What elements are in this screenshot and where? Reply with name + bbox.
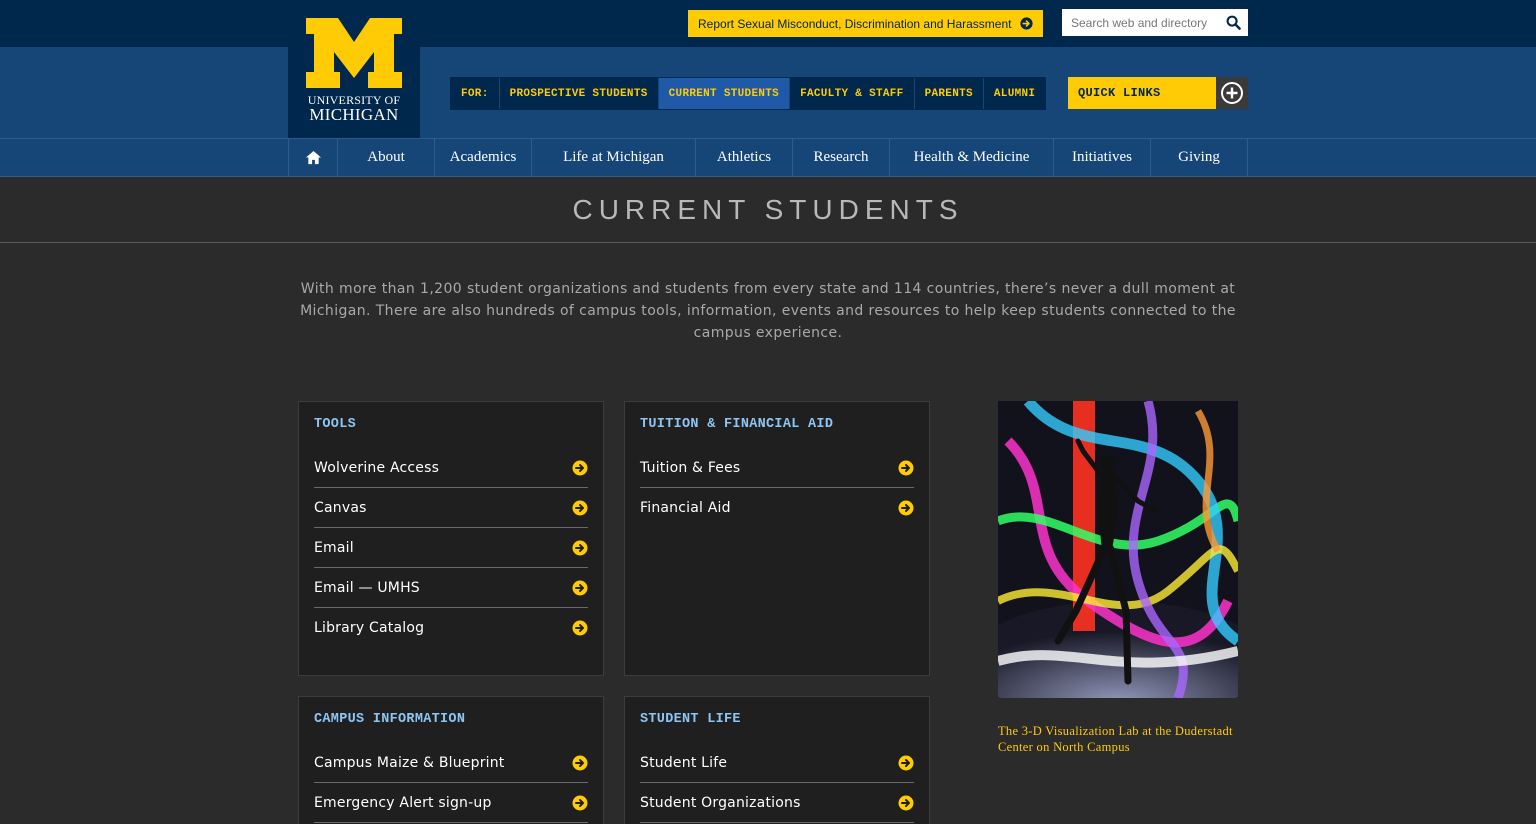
arrow-circle-right-icon xyxy=(572,540,588,555)
card-title: STUDENT LIFE xyxy=(640,712,741,727)
page-title-bar: CURRENT STUDENTS xyxy=(0,177,1536,243)
arrow-circle-right-icon xyxy=(572,795,588,810)
link-financial-aid[interactable]: Financial Aid xyxy=(640,488,914,528)
nav-item-life-at-michigan[interactable]: Life at Michigan xyxy=(532,138,696,176)
nav-item-research[interactable]: Research xyxy=(793,138,890,176)
nav-item-about[interactable]: About xyxy=(338,138,435,176)
arrow-circle-right-icon xyxy=(1020,17,1033,30)
audience-for-label: FOR: xyxy=(461,87,489,100)
link-label: Wolverine Access xyxy=(314,459,440,476)
main-nav: About Academics Life at Michigan Athleti… xyxy=(288,138,1248,177)
report-misconduct-button[interactable]: Report Sexual Misconduct, Discrimination… xyxy=(688,10,1043,37)
link-email-umhs[interactable]: Email — UMHS xyxy=(314,568,588,608)
report-label: Report Sexual Misconduct, Discrimination… xyxy=(698,16,1012,31)
tab-faculty-staff[interactable]: FACULTY & STAFF xyxy=(789,78,914,109)
arrow-circle-right-icon xyxy=(898,460,914,475)
audience-tabs: FOR: PROSPECTIVE STUDENTS CURRENT STUDEN… xyxy=(450,77,1047,110)
arrow-circle-right-icon xyxy=(898,500,914,516)
card-campus-information: CAMPUS INFORMATION Campus Maize & Bluepr… xyxy=(298,696,604,824)
card-tools: TOOLS Wolverine Access Canvas Email Emai… xyxy=(298,401,604,676)
link-student-organizations[interactable]: Student Organizations xyxy=(640,783,914,823)
link-label: Student Life xyxy=(640,754,728,771)
link-label: Student Organizations xyxy=(640,794,801,811)
link-label: Campus Maize & Blueprint xyxy=(314,754,505,771)
university-logo[interactable]: UNIVERSITY OF MICHIGAN xyxy=(288,0,420,138)
search-box xyxy=(1062,9,1248,36)
logo-line-2: MICHIGAN xyxy=(309,105,399,124)
card-title: TOOLS xyxy=(314,417,357,432)
link-email[interactable]: Email xyxy=(314,528,588,568)
nav-item-giving[interactable]: Giving xyxy=(1151,138,1248,176)
tab-prospective-students[interactable]: PROSPECTIVE STUDENTS xyxy=(498,78,658,109)
search-input[interactable] xyxy=(1062,10,1222,35)
link-emergency-alert[interactable]: Emergency Alert sign-up xyxy=(314,783,588,823)
arrow-circle-right-icon xyxy=(898,795,914,810)
tab-alumni[interactable]: ALUMNI xyxy=(982,78,1045,109)
arrow-circle-right-icon xyxy=(898,755,914,770)
arrow-circle-right-icon xyxy=(572,755,588,770)
card-title: TUITION & FINANCIAL AID xyxy=(640,417,834,432)
link-student-life[interactable]: Student Life xyxy=(640,743,914,783)
feature-photo[interactable] xyxy=(998,401,1238,698)
link-label: Emergency Alert sign-up xyxy=(314,794,492,811)
card-tuition-financial-aid: TUITION & FINANCIAL AID Tuition & Fees F… xyxy=(624,401,930,676)
tab-current-students[interactable]: CURRENT STUDENTS xyxy=(657,78,790,109)
page-title: CURRENT STUDENTS xyxy=(572,193,964,225)
block-m-icon xyxy=(306,18,402,88)
feature-photo-caption: The 3-D Visualization Lab at the Duderst… xyxy=(998,724,1233,754)
link-label: Email xyxy=(314,539,354,556)
card-title: CAMPUS INFORMATION xyxy=(314,712,466,727)
link-library-catalog[interactable]: Library Catalog xyxy=(314,608,588,648)
quick-links-button[interactable]: QUICK LINKS xyxy=(1068,77,1248,109)
search-icon[interactable] xyxy=(1226,15,1241,30)
link-campus-maize-blueprint[interactable]: Campus Maize & Blueprint xyxy=(314,743,588,783)
link-tuition-fees[interactable]: Tuition & Fees xyxy=(640,448,914,488)
arrow-circle-right-icon xyxy=(572,460,588,475)
tab-parents[interactable]: PARENTS xyxy=(913,78,983,109)
link-canvas[interactable]: Canvas xyxy=(314,488,588,528)
nav-item-athletics[interactable]: Athletics xyxy=(696,138,793,176)
nav-home[interactable] xyxy=(289,138,338,176)
intro-text: With more than 1,200 student organizatio… xyxy=(300,281,1236,341)
home-icon xyxy=(305,150,321,164)
link-label: Email — UMHS xyxy=(314,579,420,596)
arrow-circle-right-icon xyxy=(572,500,588,515)
link-label: Financial Aid xyxy=(640,500,731,516)
link-label: Canvas xyxy=(314,499,367,516)
arrow-circle-right-icon xyxy=(572,580,588,595)
plus-circle-icon[interactable] xyxy=(1216,77,1248,109)
link-wolverine-access[interactable]: Wolverine Access xyxy=(314,448,588,488)
link-label: Tuition & Fees xyxy=(640,459,741,476)
link-label: Library Catalog xyxy=(314,620,425,636)
quick-links-label: QUICK LINKS xyxy=(1078,86,1161,100)
nav-item-academics[interactable]: Academics xyxy=(435,138,532,176)
nav-item-initiatives[interactable]: Initiatives xyxy=(1054,138,1151,176)
card-student-life: STUDENT LIFE Student Life Student Organi… xyxy=(624,696,930,824)
arrow-circle-right-icon xyxy=(572,620,588,636)
nav-item-health-medicine[interactable]: Health & Medicine xyxy=(890,138,1054,176)
